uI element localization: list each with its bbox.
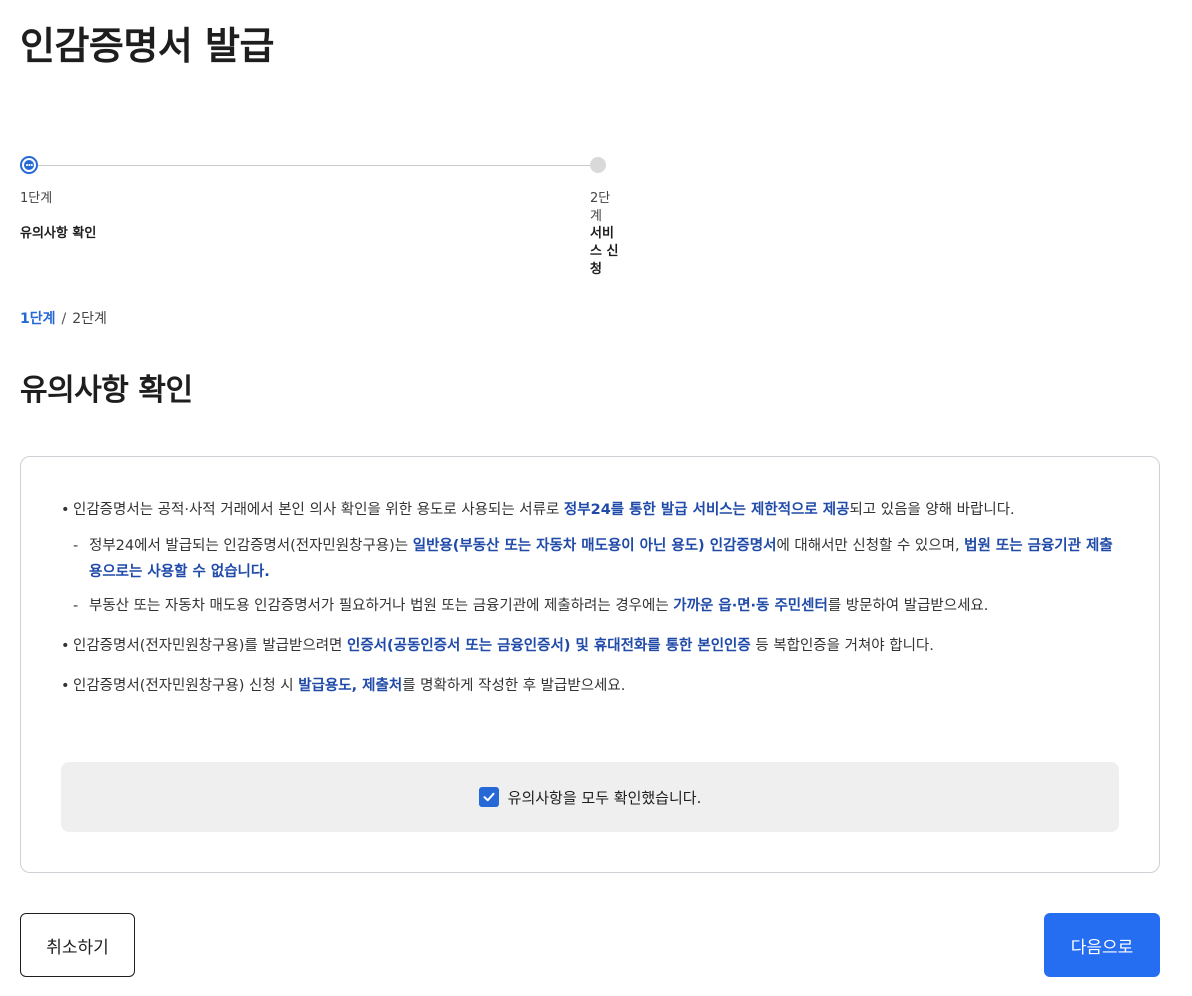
notice-text: 인감증명서(전자민원창구용)를 발급받으려면 (73, 638, 347, 654)
step-1-number: 1단계 (20, 191, 53, 206)
notice-text: 부동산 또는 자동차 매도용 인감증명서가 필요하거나 법원 또는 금융기관에 … (89, 598, 674, 614)
next-button[interactable]: 다음으로 (1044, 913, 1160, 977)
notice-text: 되고 있음을 양해 바랍니다. (849, 502, 1015, 518)
step-breadcrumb: 1단계 / 2단계 (20, 309, 107, 329)
bullet-icon: • (61, 638, 70, 654)
notice-sub-item: - 부동산 또는 자동차 매도용 인감증명서가 필요하거나 법원 또는 금융기관… (73, 593, 1121, 619)
page-title: 인감증명서 발급 (20, 24, 274, 68)
notice-box: • 인감증명서는 공적·사적 거래에서 본인 의사 확인을 위한 용도로 사용되… (20, 456, 1160, 873)
stepper: 1단계 유의사항 확인 2단계 서비스 신청 (20, 156, 620, 277)
notice-text: 를 방문하여 발급받으세요. (827, 598, 989, 614)
checkmark-icon (483, 792, 495, 802)
confirm-checkbox[interactable] (478, 787, 499, 807)
notice-sub-list: - 정부24에서 발급되는 인감증명서(전자민원창구용)는 일반용(부동산 또는… (73, 533, 1121, 619)
confirm-area: 유의사항을 모두 확인했습니다. (61, 762, 1119, 832)
bullet-icon: • (61, 502, 70, 518)
notice-highlight: 가까운 읍·면·동 주민센터 (673, 598, 828, 614)
dash-icon: - (73, 598, 79, 614)
step-pending-indicator-icon (590, 157, 606, 173)
notice-item: • 인감증명서는 공적·사적 거래에서 본인 의사 확인을 위한 용도로 사용되… (61, 497, 1121, 619)
notice-highlight: 일반용(부동산 또는 자동차 매도용이 아닌 용도) 인감증명서 (412, 538, 777, 554)
stepper-line (32, 165, 600, 166)
step-1-name: 유의사항 확인 (20, 226, 97, 241)
step-2-number: 2단계 (590, 191, 611, 224)
breadcrumb-total-steps: 2단계 (72, 311, 107, 327)
cancel-button[interactable]: 취소하기 (20, 913, 135, 977)
section-title: 유의사항 확인 (20, 373, 193, 408)
step-2-name: 서비스 신청 (590, 226, 619, 277)
notice-text: 인감증명서는 공적·사적 거래에서 본인 의사 확인을 위한 용도로 사용되는 … (73, 502, 564, 518)
step-current-indicator-icon (20, 156, 38, 174)
notice-item: • 인감증명서(전자민원창구용) 신청 시 발급용도, 제출처를 명확하게 작성… (61, 673, 1121, 699)
notice-highlight: 발급용도, 제출처 (298, 678, 403, 694)
notice-list: • 인감증명서는 공적·사적 거래에서 본인 의사 확인을 위한 용도로 사용되… (61, 497, 1121, 713)
notice-text: 등 복합인증을 거쳐야 합니다. (750, 638, 934, 654)
confirm-label[interactable]: 유의사항을 모두 확인했습니다. (508, 787, 702, 808)
bullet-icon: • (61, 678, 70, 694)
notice-highlight: 정부24를 통한 발급 서비스는 제한적으로 제공 (563, 502, 850, 518)
notice-text: 에 대해서만 신청할 수 있으며, (776, 538, 965, 554)
notice-text: 를 명확하게 작성한 후 발급받으세요. (402, 678, 626, 694)
notice-text: 정부24에서 발급되는 인감증명서(전자민원창구용)는 (89, 538, 413, 554)
notice-item: • 인감증명서(전자민원창구용)를 발급받으려면 인증서(공동인증서 또는 금융… (61, 633, 1121, 659)
breadcrumb-separator: / (61, 311, 67, 327)
notice-text: 인감증명서(전자민원창구용) 신청 시 (73, 678, 299, 694)
breadcrumb-current-step: 1단계 (20, 311, 56, 327)
notice-highlight: 인증서(공동인증서 또는 금융인증서) 및 휴대전화를 통한 본인인증 (347, 638, 751, 654)
notice-sub-item: - 정부24에서 발급되는 인감증명서(전자민원창구용)는 일반용(부동산 또는… (73, 533, 1121, 585)
dash-icon: - (73, 538, 79, 554)
